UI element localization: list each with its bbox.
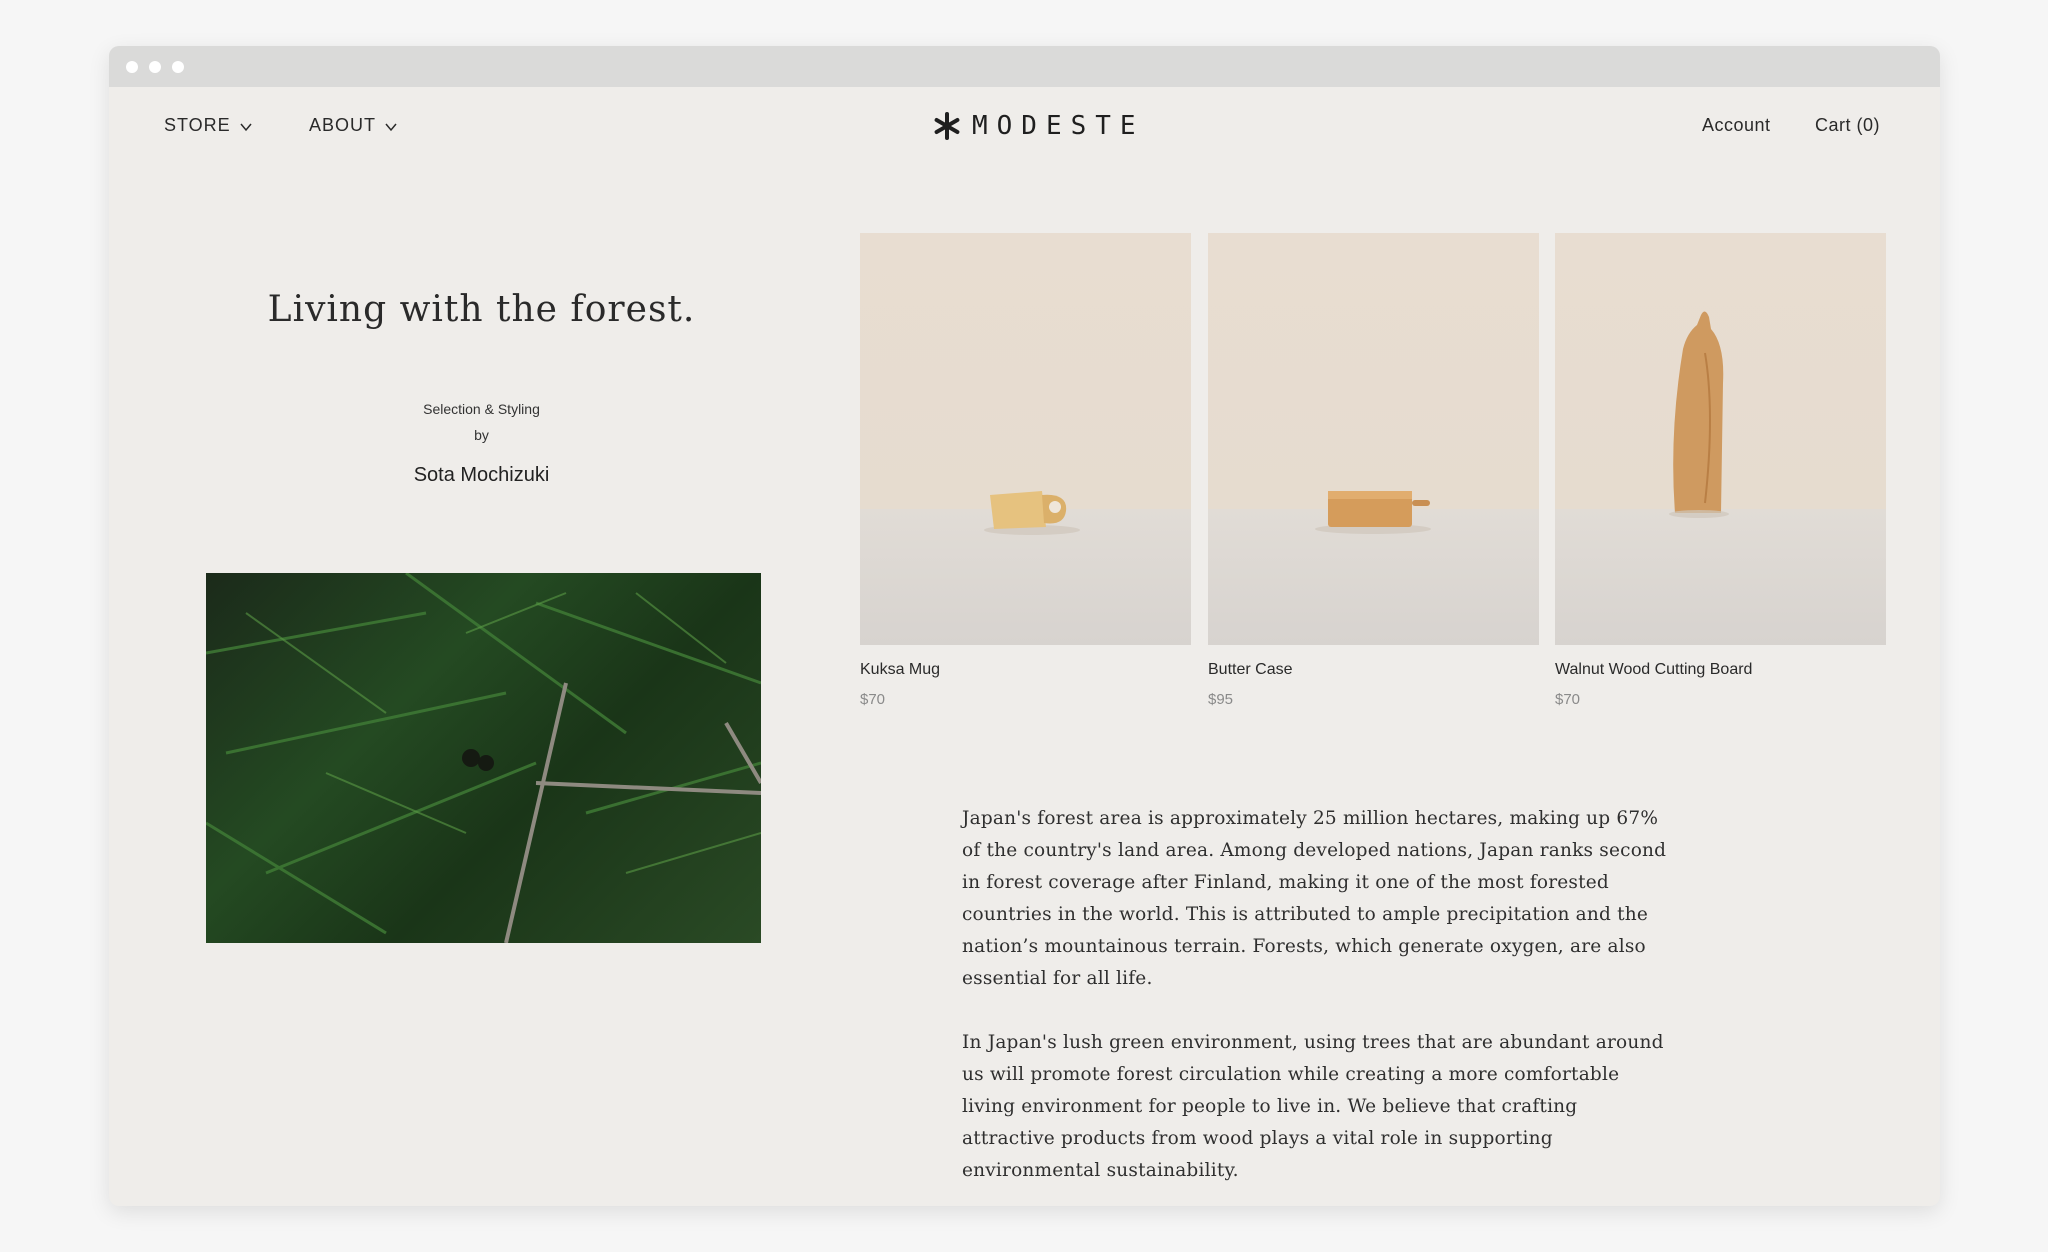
page-title: Living with the forest.	[267, 289, 696, 330]
product-name[interactable]: Kuksa Mug	[860, 661, 1191, 679]
product-image[interactable]	[1208, 233, 1539, 645]
site-logo[interactable]: MODESTE	[932, 106, 1145, 146]
cart-link[interactable]: Cart (0)	[1815, 115, 1880, 136]
product-price: $95	[1208, 691, 1234, 708]
nav-about-menu[interactable]: ABOUT	[309, 115, 398, 136]
product-image[interactable]	[860, 233, 1191, 645]
product-name[interactable]: Butter Case	[1208, 661, 1539, 679]
asterisk-logo-icon	[934, 112, 960, 140]
logo-wordmark: MODESTE	[972, 111, 1145, 141]
product-card[interactable]: Walnut Wood Cutting Board $70	[1555, 233, 1886, 708]
product-price: $70	[1555, 691, 1581, 708]
window-close-dot[interactable]	[126, 61, 138, 73]
forest-branches-image	[205, 571, 763, 944]
credit-by: by	[474, 427, 489, 443]
article-paragraph: In Japan's lush green environment, using…	[962, 1032, 1664, 1181]
window-zoom-dot[interactable]	[172, 61, 184, 73]
product-image[interactable]	[1555, 233, 1886, 645]
chevron-down-icon	[240, 123, 252, 131]
mug-icon	[984, 491, 1080, 535]
window-minimize-dot[interactable]	[149, 61, 161, 73]
window-titlebar	[109, 46, 1940, 87]
nav-store-menu[interactable]: STORE	[164, 115, 253, 136]
cutting-board-icon	[1669, 311, 1729, 518]
product-price: $70	[860, 691, 886, 708]
credit-label: Selection & Styling	[423, 401, 540, 417]
product-name[interactable]: Walnut Wood Cutting Board	[1555, 661, 1886, 679]
forest-photo	[205, 571, 763, 944]
butter-case-icon	[1315, 491, 1431, 534]
nav-store-label: STORE	[164, 115, 231, 135]
author-name: Sota Mochizuki	[413, 464, 550, 486]
browser-window: STORE ABOUT MODESTE Account Cart (0) Liv…	[109, 46, 1940, 1206]
nav-about-label: ABOUT	[309, 115, 377, 135]
account-link[interactable]: Account	[1702, 115, 1771, 136]
product-card[interactable]: Kuksa Mug $70	[860, 233, 1191, 708]
chevron-down-icon	[385, 123, 397, 131]
article-paragraph: Japan's forest area is approximately 25 …	[962, 808, 1667, 989]
product-card[interactable]: Butter Case $95	[1208, 233, 1539, 708]
